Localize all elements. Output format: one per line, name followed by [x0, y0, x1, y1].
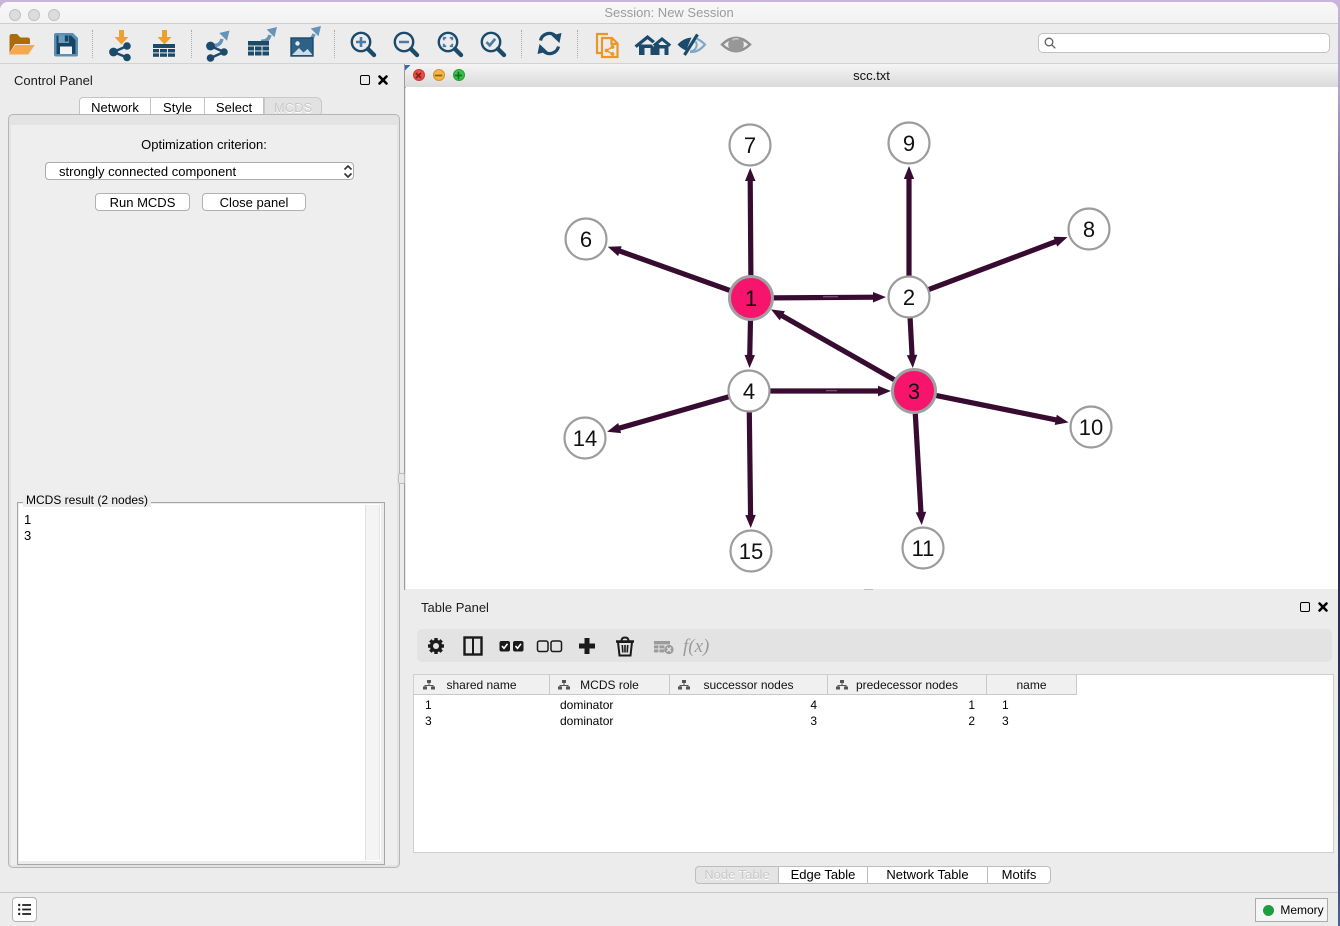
svg-text:7: 7 — [744, 133, 756, 158]
svg-text:14: 14 — [573, 426, 597, 451]
svg-text:f(x): f(x) — [683, 636, 709, 657]
svg-text:8: 8 — [1083, 217, 1095, 242]
svg-text:4: 4 — [743, 379, 755, 404]
svg-text:3: 3 — [908, 379, 920, 404]
svg-text:6: 6 — [580, 227, 592, 252]
svg-text:1: 1 — [745, 286, 757, 311]
svg-text:15: 15 — [739, 539, 763, 564]
svg-text:9: 9 — [903, 131, 915, 156]
svg-text:10: 10 — [1079, 415, 1103, 440]
svg-text:2: 2 — [903, 285, 915, 310]
svg-text:11: 11 — [912, 536, 935, 561]
